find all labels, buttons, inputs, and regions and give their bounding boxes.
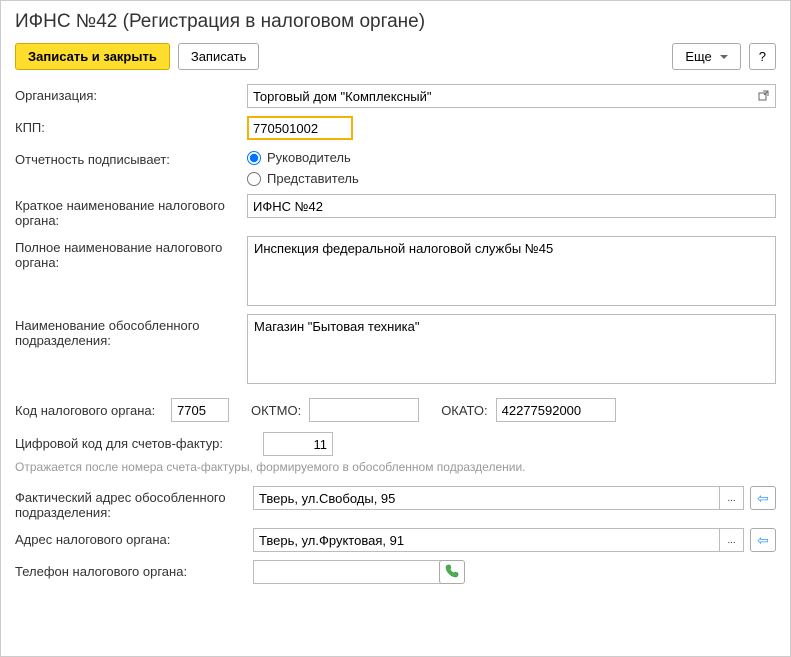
more-button[interactable]: Еще	[672, 43, 740, 70]
division-name-textarea[interactable]: Магазин "Бытовая техника"	[247, 314, 776, 384]
digital-code-label: Цифровой код для счетов-фактур:	[15, 432, 263, 451]
tax-address-label: Адрес налогового органа:	[15, 528, 247, 547]
radio-head[interactable]: Руководитель	[247, 150, 359, 165]
actual-address-copy-button[interactable]: ⇦	[750, 486, 776, 510]
phone-input[interactable]	[253, 560, 441, 584]
okato-label: ОКАТО:	[441, 403, 487, 418]
toolbar: Записать и закрыть Записать Еще ?	[15, 43, 776, 70]
arrow-left-icon: ⇦	[757, 532, 769, 549]
phone-icon	[445, 564, 459, 581]
radio-rep-input[interactable]	[247, 172, 261, 186]
actual-address-label: Фактический адрес обособленного подразде…	[15, 486, 247, 520]
save-button[interactable]: Записать	[178, 43, 260, 70]
radio-head-label: Руководитель	[267, 150, 351, 165]
tax-code-input[interactable]	[171, 398, 229, 422]
radio-head-input[interactable]	[247, 151, 261, 165]
actual-address-input[interactable]	[253, 486, 720, 510]
digital-code-input[interactable]	[263, 432, 333, 456]
phone-call-button[interactable]	[439, 560, 465, 584]
oktmo-label: ОКТМО:	[251, 403, 301, 418]
actual-address-picker-icon[interactable]: ...	[720, 486, 744, 510]
signer-label: Отчетность подписывает:	[15, 148, 247, 167]
tax-address-picker-icon[interactable]: ...	[720, 528, 744, 552]
arrow-left-icon: ⇦	[757, 490, 769, 507]
org-input[interactable]	[247, 84, 753, 108]
hint-text: Отражается после номера счета-фактуры, ф…	[15, 460, 776, 474]
radio-rep-label: Представитель	[267, 171, 359, 186]
page-title: ИФНС №42 (Регистрация в налоговом органе…	[15, 11, 776, 33]
oktmo-input[interactable]	[309, 398, 419, 422]
kpp-label: КПП:	[15, 116, 247, 135]
radio-rep[interactable]: Представитель	[247, 171, 359, 186]
tax-code-label: Код налогового органа:	[15, 403, 163, 418]
full-name-label: Полное наименование налогового органа:	[15, 236, 247, 270]
tax-address-input[interactable]	[253, 528, 720, 552]
short-name-label: Краткое наименование налогового органа:	[15, 194, 247, 228]
short-name-input[interactable]	[247, 194, 776, 218]
phone-label: Телефон налогового органа:	[15, 560, 247, 579]
help-button[interactable]: ?	[749, 43, 776, 70]
tax-address-copy-button[interactable]: ⇦	[750, 528, 776, 552]
org-label: Организация:	[15, 84, 247, 103]
full-name-textarea[interactable]: Инспекция федеральной налоговой службы №…	[247, 236, 776, 306]
kpp-input[interactable]	[247, 116, 353, 140]
open-external-icon[interactable]	[753, 84, 776, 108]
okato-input[interactable]	[496, 398, 616, 422]
division-name-label: Наименование обособленного подразделения…	[15, 314, 247, 348]
save-close-button[interactable]: Записать и закрыть	[15, 43, 170, 70]
